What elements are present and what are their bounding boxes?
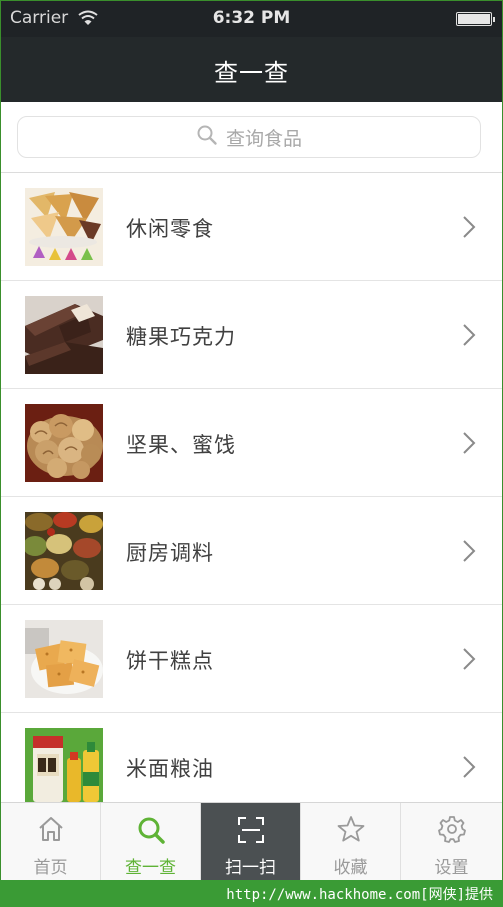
tab-label: 设置 <box>434 858 469 878</box>
search-input[interactable]: 查询食品 <box>17 116 481 158</box>
category-row-grain-oil[interactable]: 米面粮油 <box>1 713 502 803</box>
battery-icon <box>456 12 495 26</box>
tab-label: 首页 <box>33 858 68 878</box>
spices-image <box>25 512 103 590</box>
biscuit-image <box>25 620 103 698</box>
category-row-snacks[interactable]: 休闲零食 <box>1 173 502 281</box>
home-icon <box>1 815 100 845</box>
nuts-image <box>25 404 103 482</box>
rice-oil-image <box>25 728 103 803</box>
search-area: 查询食品 <box>1 102 502 173</box>
tab-bar: 首页 查一查 扫一扫 收藏 设置 <box>1 802 502 881</box>
category-label: 饼干糕点 <box>126 649 214 673</box>
tab-settings[interactable]: 设置 <box>401 803 502 881</box>
category-row-nuts[interactable]: 坚果、蜜饯 <box>1 389 502 497</box>
watermark-bar: http://www.hackhome.com[网侠]提供 <box>0 880 503 907</box>
category-label: 米面粮油 <box>126 757 214 781</box>
category-label: 坚果、蜜饯 <box>126 433 236 457</box>
status-bar: Carrier 6:32 PM <box>1 1 502 37</box>
snack-image <box>25 188 103 266</box>
tab-label: 扫一扫 <box>225 858 276 878</box>
chevron-right-icon <box>462 431 476 459</box>
tab-label: 收藏 <box>333 858 368 878</box>
tab-favorites[interactable]: 收藏 <box>301 803 401 881</box>
gear-icon <box>401 815 502 845</box>
category-row-seasoning[interactable]: 厨房调料 <box>1 497 502 605</box>
tab-scan[interactable]: 扫一扫 <box>201 803 301 881</box>
category-row-candy[interactable]: 糖果巧克力 <box>1 281 502 389</box>
search-icon <box>101 815 200 845</box>
chevron-right-icon <box>462 539 476 567</box>
category-row-biscuits[interactable]: 饼干糕点 <box>1 605 502 713</box>
star-icon <box>301 815 400 845</box>
category-label: 厨房调料 <box>126 541 214 565</box>
chevron-right-icon <box>462 323 476 351</box>
scan-icon <box>201 815 300 845</box>
status-time: 6:32 PM <box>212 8 291 28</box>
watermark-text: http://www.hackhome.com[网侠]提供 <box>226 887 493 903</box>
search-placeholder: 查询食品 <box>225 127 302 150</box>
tab-label: 查一查 <box>125 858 176 878</box>
category-list: 休闲零食 糖果巧克力 坚果、蜜饯 厨房调料 饼干糕点 米面粮油 <box>1 173 502 803</box>
app-screen: Carrier 6:32 PM 查一查 查询食品 休闲零食 糖果巧克力 坚果、蜜… <box>0 0 503 881</box>
chevron-right-icon <box>462 215 476 243</box>
chevron-right-icon <box>462 647 476 675</box>
search-icon <box>196 124 218 150</box>
chocolate-image <box>25 296 103 374</box>
page-title: 查一查 <box>214 59 289 87</box>
category-label: 休闲零食 <box>126 217 214 241</box>
chevron-right-icon <box>462 755 476 783</box>
navigation-bar: 查一查 <box>1 37 502 102</box>
tab-home[interactable]: 首页 <box>1 803 101 881</box>
tab-search[interactable]: 查一查 <box>101 803 201 881</box>
category-label: 糖果巧克力 <box>126 325 236 349</box>
